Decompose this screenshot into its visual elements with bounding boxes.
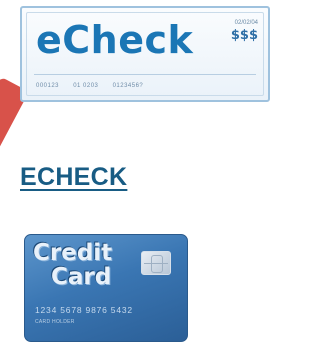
- credit-card-title-line1: Credit: [33, 240, 113, 266]
- micr-routing: 000123: [36, 83, 60, 89]
- echeck-link[interactable]: ECHECK: [20, 163, 127, 192]
- credit-card-title-line2: Card: [51, 264, 112, 290]
- echeck-card-amount: $$$: [230, 28, 258, 43]
- credit-card-holder: CARD HOLDER: [35, 319, 75, 325]
- echeck-card-micr-line: 000123 01 0203 0123456?: [36, 82, 155, 90]
- credit-card-number: 1234 5678 9876 5432: [35, 305, 133, 315]
- micr-account: 01 0203: [73, 83, 99, 89]
- card-chip-icon: [141, 251, 171, 275]
- echeck-card-title: eCheck: [36, 18, 194, 62]
- echeck-card-date: 02/02/04: [234, 20, 258, 26]
- echeck-card-signature-line: [34, 74, 256, 75]
- credit-card-image[interactable]: Credit Card 1234 5678 9876 5432 CARD HOL…: [24, 234, 188, 342]
- micr-check-number: 0123456?: [112, 83, 144, 89]
- echeck-card-image[interactable]: eCheck 02/02/04 $$$ 000123 01 0203 01234…: [20, 6, 270, 102]
